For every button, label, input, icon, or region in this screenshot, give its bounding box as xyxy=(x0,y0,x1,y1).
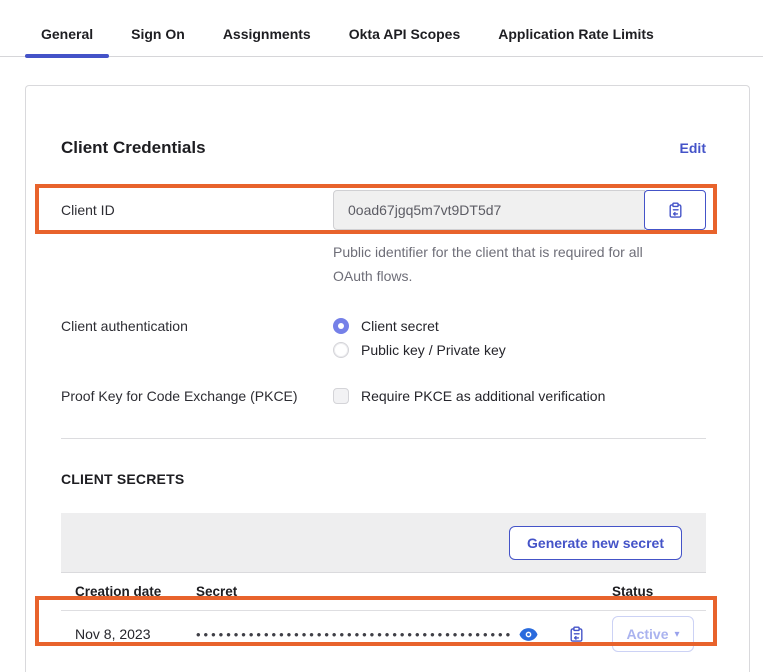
client-id-input[interactable] xyxy=(333,190,645,230)
settings-card: Client Credentials Edit Client ID xyxy=(25,85,750,672)
radio-option-label: Public key / Private key xyxy=(361,342,506,358)
chevron-down-icon: ▾ xyxy=(675,629,680,640)
secret-cell: ••••••••••••••••••••••••••••••••••••••••… xyxy=(196,626,612,643)
client-id-field-group xyxy=(333,190,706,230)
client-secrets-toolbar: Generate new secret xyxy=(61,513,706,573)
tab-assignments[interactable]: Assignments xyxy=(223,12,311,57)
copy-client-id-button[interactable] xyxy=(644,190,706,230)
pkce-row: Proof Key for Code Exchange (PKCE) Requi… xyxy=(61,388,706,404)
tab-general[interactable]: General xyxy=(41,12,93,57)
status-label: Active xyxy=(626,626,668,642)
checkbox-unchecked-icon xyxy=(333,388,349,404)
tab-bar: General Sign On Assignments Okta API Sco… xyxy=(0,12,763,57)
edit-link[interactable]: Edit xyxy=(680,140,706,156)
masked-secret-value: ••••••••••••••••••••••••••••••••••••••••… xyxy=(196,628,513,641)
status-dropdown-button[interactable]: Active ▾ xyxy=(612,616,694,652)
column-header-creation-date: Creation date xyxy=(75,584,196,599)
okta-app-settings-page: General Sign On Assignments Okta API Sco… xyxy=(0,12,763,672)
show-secret-button[interactable] xyxy=(519,628,538,641)
radio-option-client-secret[interactable]: Client secret xyxy=(333,318,506,334)
client-secrets-table: Creation date Secret Status Nov 8, 2023 … xyxy=(61,573,706,657)
pkce-checkbox-option[interactable]: Require PKCE as additional verification xyxy=(333,388,605,404)
tab-application-rate-limits[interactable]: Application Rate Limits xyxy=(498,12,654,57)
clipboard-copy-icon xyxy=(568,626,585,643)
radio-option-public-key[interactable]: Public key / Private key xyxy=(333,342,506,358)
client-authentication-row: Client authentication Client secret Publ… xyxy=(61,318,706,358)
table-header-row: Creation date Secret Status xyxy=(61,573,706,611)
client-secrets-title: CLIENT SECRETS xyxy=(61,471,706,487)
radio-option-label: Client secret xyxy=(361,318,439,334)
radio-selected-icon xyxy=(333,318,349,334)
secret-table-row: Nov 8, 2023 ••••••••••••••••••••••••••••… xyxy=(61,611,706,657)
clipboard-copy-icon xyxy=(667,202,684,219)
pkce-checkbox-label: Require PKCE as additional verification xyxy=(361,388,605,404)
tab-okta-api-scopes[interactable]: Okta API Scopes xyxy=(349,12,461,57)
generate-new-secret-button[interactable]: Generate new secret xyxy=(509,526,682,560)
client-authentication-options: Client secret Public key / Private key xyxy=(333,318,506,358)
section-divider xyxy=(61,438,706,439)
client-authentication-label: Client authentication xyxy=(61,318,333,334)
eye-icon xyxy=(519,628,538,641)
client-id-help: Public identifier for the client that is… xyxy=(333,240,685,288)
creation-date-cell: Nov 8, 2023 xyxy=(75,626,196,642)
column-header-status: Status xyxy=(612,584,692,599)
client-credentials-header: Client Credentials Edit xyxy=(61,138,706,158)
copy-secret-button[interactable] xyxy=(568,626,585,643)
status-cell: Active ▾ xyxy=(612,616,694,652)
client-id-label: Client ID xyxy=(61,202,333,218)
radio-unselected-icon xyxy=(333,342,349,358)
pkce-label: Proof Key for Code Exchange (PKCE) xyxy=(61,388,333,404)
tab-sign-on[interactable]: Sign On xyxy=(131,12,185,57)
client-id-row: Client ID xyxy=(61,190,706,230)
column-header-secret: Secret xyxy=(196,584,612,599)
client-credentials-title: Client Credentials xyxy=(61,138,206,158)
